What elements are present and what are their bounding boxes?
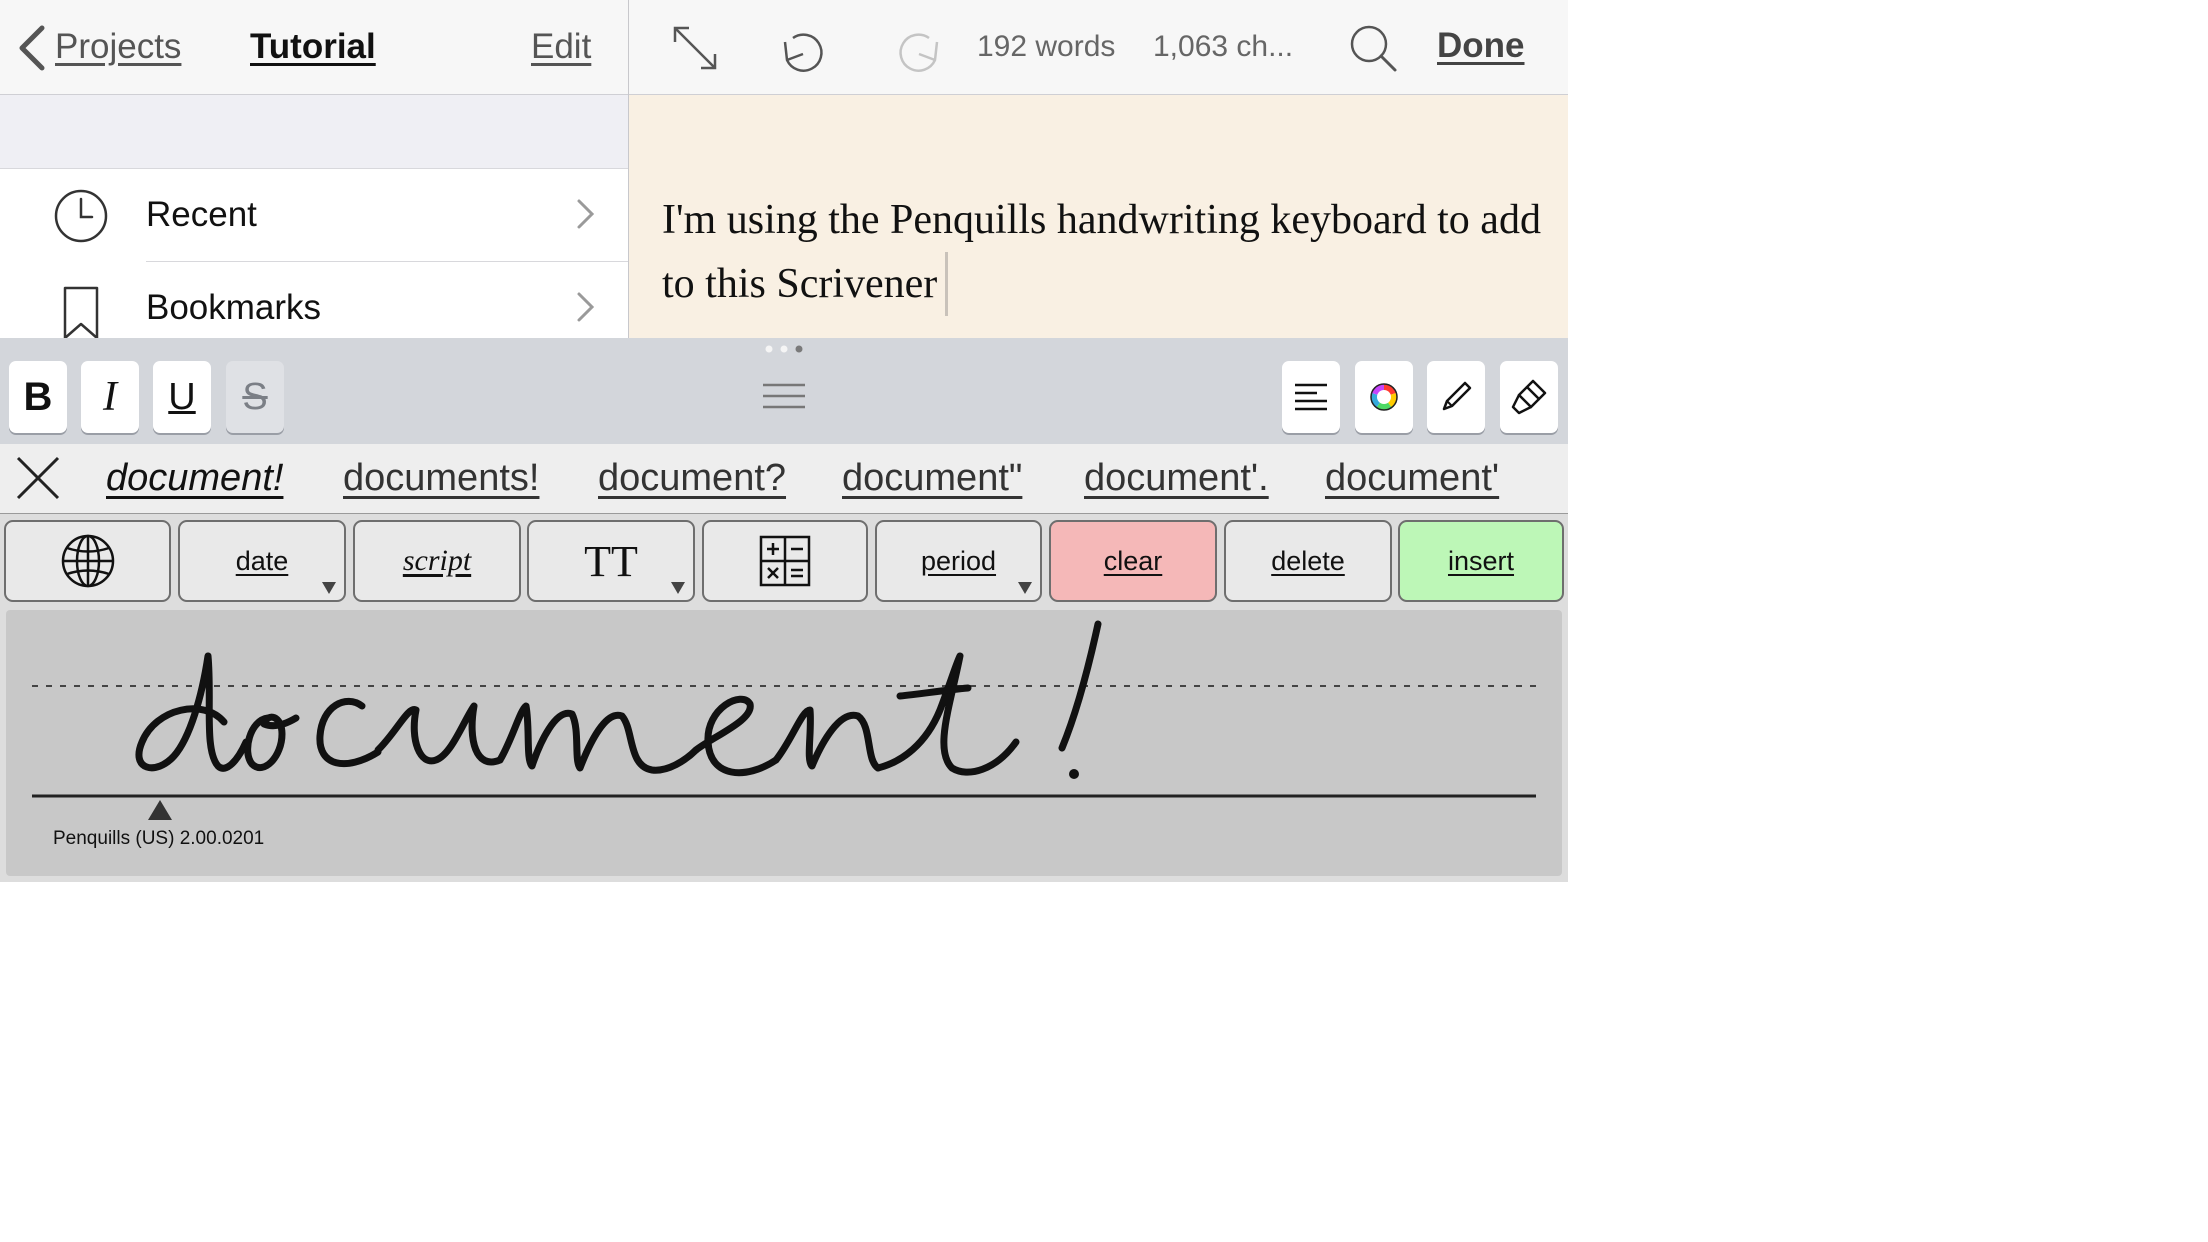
- dropdown-arrow-icon: [671, 582, 685, 594]
- page-indicator-dots: [765, 345, 803, 353]
- suggestion-bar: document! documents! document? document"…: [0, 444, 1568, 516]
- pencil-icon: [1442, 381, 1472, 411]
- underline-button[interactable]: U: [153, 361, 211, 433]
- delete-key-label: delete: [1271, 545, 1345, 576]
- suggestion-item[interactable]: document': [1325, 457, 1499, 500]
- back-projects-link[interactable]: Projects: [55, 27, 181, 67]
- handwriting-area[interactable]: Penquills (US) 2.00.0201: [6, 610, 1562, 876]
- insert-key-label: insert: [1447, 545, 1515, 576]
- alignment-button[interactable]: [1282, 361, 1340, 433]
- insert-key[interactable]: insert: [1398, 520, 1564, 602]
- menu-icon[interactable]: [762, 381, 806, 411]
- clock-icon: [54, 189, 108, 243]
- done-button[interactable]: Done: [1437, 26, 1525, 66]
- navigation-bar: Projects Tutorial Edit: [0, 0, 628, 95]
- list-item-bookmarks[interactable]: Bookmarks: [0, 262, 628, 340]
- close-icon[interactable]: [14, 454, 62, 502]
- baseline-marker-icon: [148, 800, 172, 820]
- dropdown-arrow-icon: [322, 582, 336, 594]
- text-size-key[interactable]: TT: [527, 520, 695, 602]
- exclamation-dot: [1069, 769, 1079, 779]
- search-icon[interactable]: [1345, 20, 1401, 76]
- list-item-recent[interactable]: Recent: [0, 169, 628, 261]
- editor-pane: 192 words 1,063 ch... Done I'm using the…: [629, 0, 1568, 338]
- bold-button[interactable]: B: [9, 361, 67, 433]
- globe-icon: [61, 534, 114, 588]
- brush-icon: [1511, 379, 1547, 415]
- globe-key[interactable]: [4, 520, 171, 602]
- editor-toolbar: 192 words 1,063 ch... Done: [629, 0, 1568, 95]
- edit-button[interactable]: Edit: [531, 27, 591, 67]
- text-color-button[interactable]: [1355, 361, 1413, 433]
- navigation-pane: Projects Tutorial Edit Recent Bookmarks: [0, 0, 628, 340]
- suggestion-item[interactable]: document!: [106, 457, 283, 500]
- chevron-left-icon[interactable]: [16, 24, 48, 72]
- chevron-right-icon: [577, 292, 595, 322]
- dropdown-arrow-icon: [1018, 582, 1032, 594]
- suggestion-item[interactable]: documents!: [343, 457, 539, 500]
- date-key-label: date: [235, 545, 289, 576]
- delete-key[interactable]: delete: [1224, 520, 1392, 602]
- period-key[interactable]: period: [875, 520, 1042, 602]
- period-key-label: period: [920, 545, 997, 576]
- undo-icon[interactable]: [777, 20, 833, 76]
- suggestion-item[interactable]: document?: [598, 457, 786, 500]
- pencil-button[interactable]: [1427, 361, 1485, 433]
- style-brush-button[interactable]: [1500, 361, 1558, 433]
- calculator-key[interactable]: [702, 520, 868, 602]
- color-wheel-icon: [1370, 383, 1398, 411]
- word-count: 192 words: [977, 30, 1116, 63]
- nav-title[interactable]: Tutorial: [250, 27, 376, 67]
- text-size-label: TT: [584, 536, 638, 586]
- suggestion-item[interactable]: document'.: [1084, 457, 1269, 500]
- strikethrough-button[interactable]: S: [226, 361, 284, 433]
- handwriting-ink: [135, 620, 1102, 777]
- italic-button[interactable]: I: [81, 361, 139, 433]
- bookmarks-label: Bookmarks: [146, 288, 322, 327]
- document-body: I'm using the Penquills handwriting keyb…: [662, 197, 1541, 307]
- recent-label: Recent: [146, 195, 257, 234]
- date-key[interactable]: date: [178, 520, 346, 602]
- handwriting-keyboard: date script TT period clear delete inser…: [0, 514, 1568, 882]
- clear-key-label: clear: [1103, 545, 1163, 576]
- keyboard-version: Penquills (US) 2.00.0201: [53, 828, 265, 849]
- script-key[interactable]: script: [353, 520, 521, 602]
- bookmark-icon: [63, 286, 99, 340]
- clear-key[interactable]: clear: [1049, 520, 1217, 602]
- suggestion-item[interactable]: document": [842, 457, 1022, 500]
- calculator-icon: [759, 535, 811, 587]
- chevron-right-icon: [577, 199, 595, 229]
- expand-icon[interactable]: [667, 20, 723, 76]
- script-key-label: script: [402, 544, 472, 577]
- align-left-icon: [1295, 383, 1327, 411]
- section-spacer: [0, 95, 628, 169]
- character-count[interactable]: 1,063 ch...: [1153, 30, 1293, 64]
- redo-icon[interactable]: [889, 20, 945, 76]
- text-cursor: [945, 252, 949, 316]
- document-text[interactable]: I'm using the Penquills handwriting keyb…: [662, 188, 1542, 316]
